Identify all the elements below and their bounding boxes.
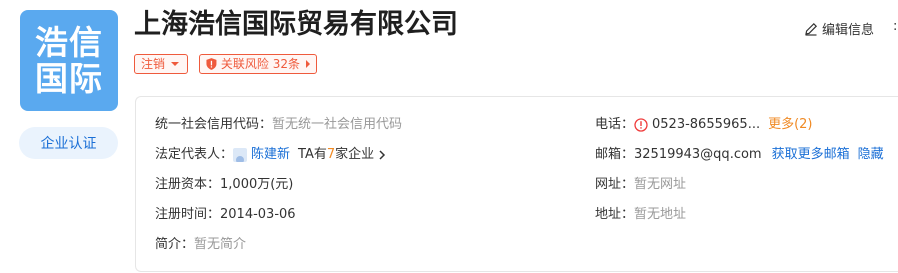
related-risk-label: 关联风险 32条 [220,57,300,71]
phone-label: 电话： [595,117,635,132]
phone-value: 0523-8655965... [652,117,761,132]
ta-suffix: 家企业 [335,147,375,162]
intro-label: 简介： [155,237,195,252]
legal-rep-name-link[interactable]: 陈建新 [251,146,290,164]
website-label: 网址： [595,177,635,192]
email-row: 邮箱： 32519943@qq.com 获取更多邮箱 隐藏 [595,146,884,164]
logo-text-line2: 国际 [35,58,103,98]
edit-info-button[interactable]: 编辑信息 [804,19,874,38]
phone-more-link[interactable]: 更多(2) [768,116,812,134]
avatar-icon [233,148,248,162]
credit-code-row: 统一社会信用代码： 暂无统一社会信用代码 [155,116,402,134]
address-label: 地址： [595,207,635,222]
legal-rep-label: 法定代表人： [155,147,234,162]
logo-text-line1: 浩信 [35,22,103,62]
shield-icon [206,58,217,70]
capital-value: 1,000万(元) [220,177,294,192]
related-risk-tag[interactable]: 关联风险 32条 [199,54,317,74]
legal-rep-row: 法定代表人： 陈建新 TA有7家企业 [155,146,387,164]
company-name: 上海浩信国际贸易有限公司 [134,9,458,40]
truncated-action: : [893,19,898,34]
capital-row: 注册资本： 1,000万(元) [155,176,293,194]
reg-date-row: 注册时间： 2014-03-06 [155,206,296,224]
ta-prefix: TA有 [298,147,327,162]
address-value: 暂无地址 [634,207,687,222]
hide-email-link[interactable]: 隐藏 [858,146,884,164]
company-logo: 浩信 国际 [20,10,118,111]
caret-down-icon [171,62,180,66]
phone-row: 电话： 0523-8655965... 更多(2) [595,116,813,134]
chevron-right-icon[interactable] [377,150,387,160]
website-row: 网址： 暂无网址 [595,176,686,194]
get-more-emails-link[interactable]: 获取更多邮箱 [772,146,850,164]
reg-date-value: 2014-03-06 [220,207,296,222]
enterprise-certification-button[interactable]: 企业认证 [19,127,118,159]
caret-right-icon [306,60,310,68]
status-tag[interactable]: 注销 [134,54,188,74]
status-tag-label: 注销 [141,57,166,71]
alert-circle-icon [634,118,648,132]
capital-label: 注册资本： [155,177,221,192]
ta-companies-link[interactable]: TA有7家企业 [298,146,374,164]
ta-count: 7 [326,147,336,162]
website-value: 暂无网址 [634,177,687,192]
intro-value: 暂无简介 [194,237,247,252]
pencil-icon [805,22,818,36]
email-label: 邮箱： [595,147,635,162]
edit-info-label: 编辑信息 [822,23,875,38]
email-value: 32519943@qq.com [634,147,762,162]
address-row: 地址： 暂无地址 [595,206,686,224]
intro-row: 简介： 暂无简介 [155,236,246,254]
reg-date-label: 注册时间： [155,207,221,222]
credit-code-label: 统一社会信用代码： [155,117,273,132]
credit-code-value: 暂无统一社会信用代码 [272,117,403,132]
